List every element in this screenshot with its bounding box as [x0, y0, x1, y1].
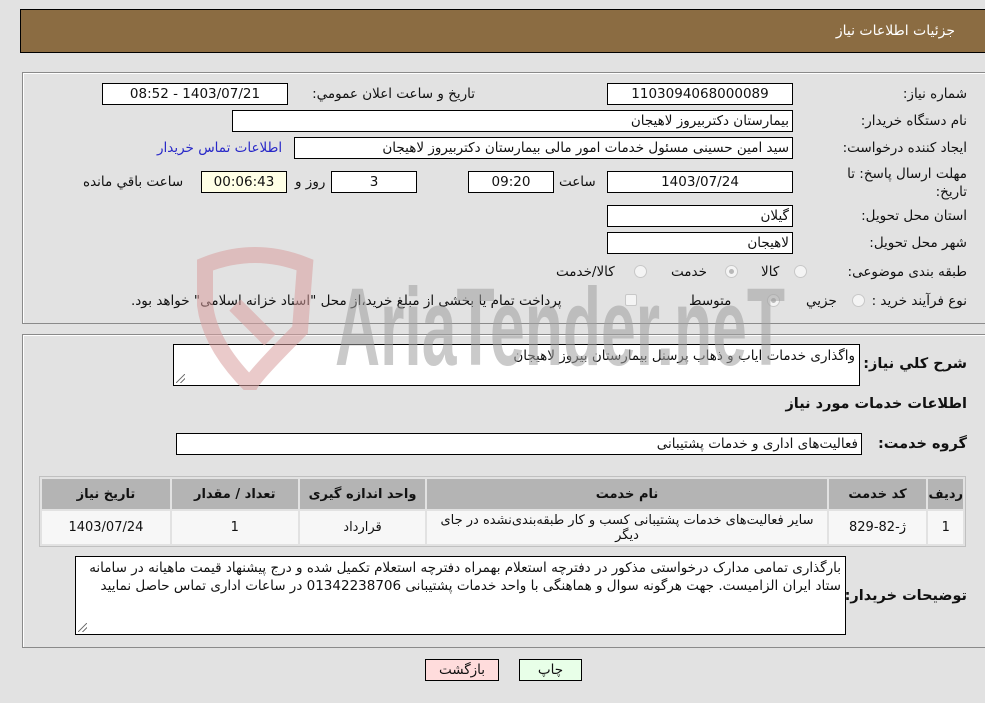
category-radio-service[interactable] [725, 265, 738, 278]
treasury-checkbox[interactable] [625, 294, 637, 306]
days-remaining-field: 3 [331, 171, 417, 193]
cell-service-code: ژ-82-829 [828, 511, 927, 544]
purchase-type-option-minor: جزیي [806, 293, 837, 309]
table-header-row: ردیف کد خدمت نام خدمت واحد اندازه گیری ت… [42, 479, 963, 509]
col-header-unit: واحد اندازه گیری [299, 479, 426, 509]
purchase-type-option-medium: متوسط [689, 293, 732, 309]
category-radio-goods[interactable] [794, 265, 807, 278]
service-group-label: گروه خدمت: [877, 436, 967, 452]
table-row: 1 ژ-82-829 سایر فعالیت‌های خدمات پشتیبان… [42, 511, 963, 544]
cell-unit: قرارداد [299, 511, 426, 544]
days-label: روز و [295, 174, 326, 190]
col-header-service-name: نام خدمت [427, 479, 827, 509]
purchase-type-radio-medium[interactable] [767, 294, 780, 307]
category-option-service: خدمت [671, 264, 707, 280]
deadline-time-label: ساعت [559, 174, 596, 190]
print-button[interactable]: چاپ [519, 659, 582, 681]
buyer-org-label: نام دستگاه خریدار: [860, 113, 967, 129]
purchase-type-radio-minor[interactable] [852, 294, 865, 307]
page-header: جزئیات اطلاعات نیاز [20, 9, 985, 53]
resize-grip-icon[interactable] [78, 623, 87, 632]
city-label: شهر محل تحویل: [869, 235, 967, 251]
col-header-quantity: تعداد / مقدار [171, 479, 298, 509]
col-header-service-code: کد خدمت [828, 479, 927, 509]
summary-textarea[interactable]: واگذاری خدمات ایاب و ذهاب پرسنل بیمارستا… [173, 344, 860, 386]
buyer-notes-label: توضیحات خریدار: [844, 588, 967, 604]
city-field: لاهیجان [607, 232, 793, 254]
summary-label: شرح کلي نیاز: [863, 356, 967, 372]
category-option-goods-service: کالا/خدمت [556, 264, 615, 280]
treasury-checkbox-label: پرداخت تمام یا بخشی از مبلغ خرید،از محل … [131, 293, 562, 309]
category-radio-goods-service[interactable] [634, 265, 647, 278]
deadline-label: مهلت ارسال پاسخ: تا تاریخ: [847, 166, 967, 200]
requester-field: سید امین حسینی مسئول خدمات امور مالی بیم… [294, 137, 793, 159]
cell-row-number: 1 [928, 511, 963, 544]
services-heading: اطلاعات خدمات مورد نیاز [785, 396, 967, 412]
col-header-row-number: ردیف [928, 479, 963, 509]
time-remaining-field: 00:06:43 [201, 171, 287, 193]
cell-service-name: سایر فعالیت‌های خدمات پشتیبانی کسب و کار… [427, 511, 827, 544]
need-number-field: 1103094068000089 [607, 83, 793, 105]
category-label: طبقه بندی موضوعی: [847, 264, 967, 280]
col-header-need-date: تاریخ نیاز [42, 479, 170, 509]
time-remaining-label: ساعت باقي مانده [83, 174, 184, 190]
deadline-date-field: 1403/07/24 [607, 171, 793, 193]
deadline-time-field: 09:20 [468, 171, 554, 193]
service-group-field: فعالیت‌های اداری و خدمات پشتیبانی [176, 433, 862, 455]
page-title: جزئیات اطلاعات نیاز [835, 23, 955, 39]
resize-grip-icon[interactable] [176, 374, 185, 383]
province-label: استان محل تحویل: [861, 208, 967, 224]
purchase-type-label: نوع فرآیند خرید : [871, 293, 967, 309]
cell-quantity: 1 [171, 511, 298, 544]
category-option-goods: کالا [761, 264, 780, 280]
services-table: ردیف کد خدمت نام خدمت واحد اندازه گیری ت… [39, 476, 966, 547]
buyer-org-field: بیمارستان دکتربیروز لاهیجان [232, 110, 793, 132]
cell-need-date: 1403/07/24 [42, 511, 170, 544]
back-button[interactable]: بازگشت [425, 659, 499, 681]
announce-datetime-field: 1403/07/21 - 08:52 [102, 83, 288, 105]
province-field: گیلان [607, 205, 793, 227]
requester-label: ایجاد کننده درخواست: [842, 140, 967, 156]
summary-text: واگذاری خدمات ایاب و ذهاب پرسنل بیمارستا… [513, 348, 855, 364]
buyer-contact-link[interactable]: اطلاعات تماس خریدار [157, 140, 282, 156]
buyer-notes-textarea[interactable]: بارگذاری تمامی مدارک درخواستی مذکور در د… [75, 556, 846, 635]
buyer-notes-text: بارگذاری تمامی مدارک درخواستی مذکور در د… [89, 560, 841, 594]
announce-datetime-label: تاریخ و ساعت اعلان عمومي: [312, 86, 475, 102]
need-number-label: شماره نیاز: [902, 86, 967, 102]
